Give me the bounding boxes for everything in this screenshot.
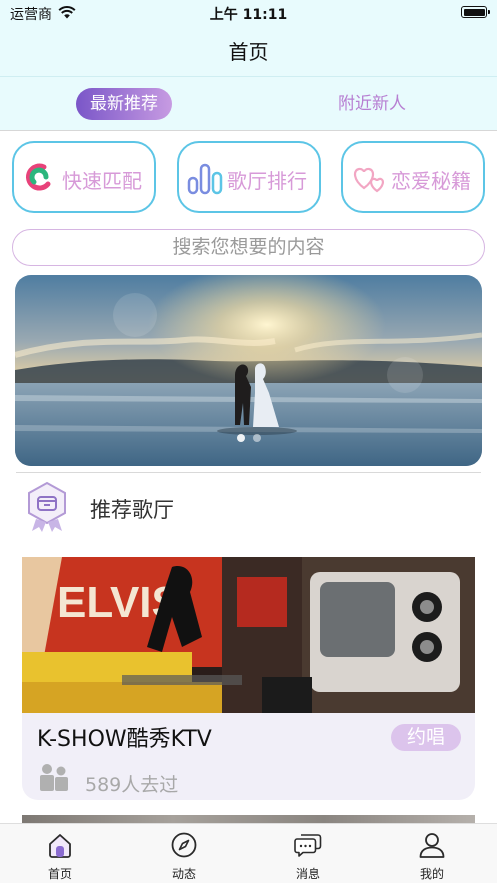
battery-icon bbox=[461, 6, 490, 18]
visit-count: 589人去过 bbox=[85, 774, 179, 796]
page-title: 首页 bbox=[228, 40, 269, 64]
tab-nearby-newcomers[interactable]: 附近新人 bbox=[322, 88, 422, 120]
venue-badge-icon bbox=[28, 481, 66, 532]
tab-latest-recommend[interactable]: 最新推荐 bbox=[76, 88, 172, 120]
header-area: 运营商 上午 11:11 首页 最新推荐 附近新人 bbox=[0, 0, 497, 131]
love-tips-button[interactable]: 恋爱秘籍 bbox=[341, 141, 485, 213]
profile-icon bbox=[419, 833, 445, 858]
tab-home[interactable]: 首页 bbox=[25, 824, 95, 883]
section-title: 推荐歌厅 bbox=[90, 498, 174, 522]
compass-icon bbox=[171, 832, 197, 858]
tab-profile[interactable]: 我的 bbox=[397, 824, 467, 883]
quick-match-button[interactable]: 快速匹配 bbox=[12, 141, 156, 213]
banner-page-indicator bbox=[237, 434, 261, 442]
ranking-label: 歌厅排行 bbox=[227, 169, 307, 193]
hearts-icon bbox=[353, 167, 384, 193]
book-sing-button[interactable]: 约唱 bbox=[391, 724, 461, 751]
tab-moments[interactable]: 动态 bbox=[149, 824, 219, 883]
tab-messages[interactable]: 消息 bbox=[273, 824, 343, 883]
tab-home-label: 首页 bbox=[47, 867, 72, 881]
status-time: 上午 11:11 bbox=[209, 7, 288, 23]
ranking-button[interactable]: 歌厅排行 bbox=[177, 141, 321, 213]
tab-bar: 首页 动态 消息 我的 bbox=[0, 823, 497, 883]
nav-divider bbox=[0, 76, 497, 77]
love-tips-label: 恋爱秘籍 bbox=[391, 169, 471, 193]
tab-profile-label: 我的 bbox=[419, 867, 444, 881]
bar-ranking-icon bbox=[187, 163, 223, 195]
header-divider bbox=[0, 130, 497, 131]
search-input[interactable]: 搜索您想要的内容 bbox=[12, 229, 485, 266]
quick-match-icon bbox=[26, 163, 51, 191]
home-icon bbox=[49, 834, 71, 858]
tab-moments-label: 动态 bbox=[171, 867, 196, 881]
venue-name: K-SHOW酷秀KTV bbox=[37, 727, 212, 752]
segment-tabs: 最新推荐 附近新人 bbox=[0, 85, 497, 123]
status-bar: 运营商 上午 11:11 bbox=[0, 0, 497, 26]
tab-messages-label: 消息 bbox=[295, 867, 320, 881]
people-icon bbox=[40, 764, 68, 791]
message-bubbles-icon bbox=[294, 834, 322, 857]
venue-card[interactable]: ELVIS K-SHOW酷秀KTV 约唱 589人去过 bbox=[22, 557, 475, 800]
venue-photo: ELVIS bbox=[22, 557, 475, 713]
section-divider bbox=[16, 472, 481, 473]
quick-match-label: 快速匹配 bbox=[62, 169, 142, 193]
